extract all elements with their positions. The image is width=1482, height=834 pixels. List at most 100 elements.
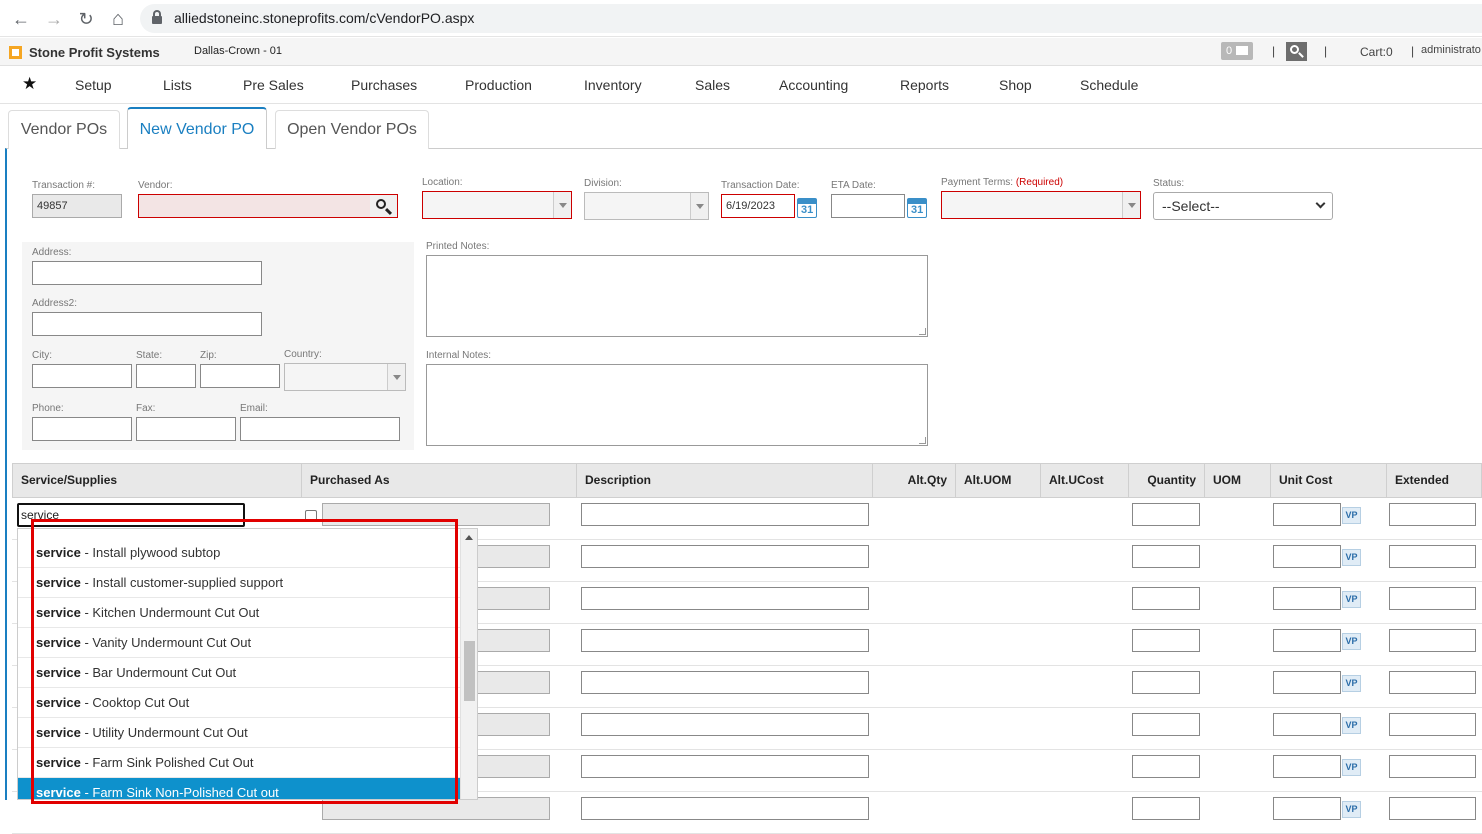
address2-field[interactable] xyxy=(32,312,262,336)
menu-production[interactable]: Production xyxy=(465,77,532,93)
col-alt-uom[interactable]: Alt.UOM xyxy=(956,464,1041,497)
location-name[interactable]: Dallas-Crown - 01 xyxy=(194,45,282,57)
internal-notes-textarea[interactable] xyxy=(426,364,928,446)
cart-link[interactable]: Cart:0 xyxy=(1360,45,1393,59)
menu-pre-sales[interactable]: Pre Sales xyxy=(243,77,304,93)
description-field[interactable] xyxy=(581,671,869,694)
vendor-price-button[interactable]: VP xyxy=(1342,801,1361,818)
quantity-field[interactable] xyxy=(1132,503,1200,526)
vendor-price-button[interactable]: VP xyxy=(1342,549,1361,566)
col-quantity[interactable]: Quantity xyxy=(1129,464,1205,497)
extended-field[interactable] xyxy=(1389,503,1476,526)
address-field[interactable] xyxy=(32,261,262,285)
scroll-thumb[interactable] xyxy=(464,641,475,701)
unit-cost-field[interactable] xyxy=(1273,629,1341,652)
vendor-price-button[interactable]: VP xyxy=(1342,591,1361,608)
back-icon[interactable]: ← xyxy=(10,8,32,30)
tab-new-vendor-po[interactable]: New Vendor PO xyxy=(127,107,267,149)
tab-open-vendor-pos[interactable]: Open Vendor POs xyxy=(275,110,429,149)
unit-cost-field[interactable] xyxy=(1273,797,1341,820)
extended-field[interactable] xyxy=(1389,545,1476,568)
col-description[interactable]: Description xyxy=(577,464,873,497)
quantity-field[interactable] xyxy=(1132,629,1200,652)
menu-schedule[interactable]: Schedule xyxy=(1080,77,1138,93)
vendor-price-button[interactable]: VP xyxy=(1342,675,1361,692)
payment-terms-dropdown[interactable] xyxy=(941,191,1141,219)
extended-field[interactable] xyxy=(1389,713,1476,736)
menu-sales[interactable]: Sales xyxy=(695,77,730,93)
menu-accounting[interactable]: Accounting xyxy=(779,77,848,93)
autocomplete-item[interactable]: service - Farm Sink Non-Polished Cut out xyxy=(18,778,462,799)
transaction-date-field[interactable]: 6/19/2023 xyxy=(721,194,795,218)
menu-setup[interactable]: Setup xyxy=(75,77,112,93)
extended-field[interactable] xyxy=(1389,755,1476,778)
autocomplete-item[interactable]: service - Utility Undermount Cut Out xyxy=(18,718,462,748)
dropdown-scrollbar[interactable] xyxy=(460,529,477,799)
reload-icon[interactable]: ↻ xyxy=(75,8,97,30)
vendor-price-button[interactable]: VP xyxy=(1342,717,1361,734)
description-field[interactable] xyxy=(581,587,869,610)
autocomplete-item[interactable]: service - Bar Undermount Cut Out xyxy=(18,658,462,688)
purchased-as-field[interactable] xyxy=(322,503,550,526)
autocomplete-item[interactable]: service - Kitchen Undermount Cut Out xyxy=(18,598,462,628)
autocomplete-item[interactable]: service - Install plywood subtop xyxy=(18,538,462,568)
zip-field[interactable] xyxy=(200,364,280,388)
calendar-icon[interactable]: 31 xyxy=(907,198,927,218)
col-unit-cost[interactable]: Unit Cost xyxy=(1271,464,1387,497)
search-icon[interactable] xyxy=(1286,42,1307,61)
col-alt-qty[interactable]: Alt.Qty xyxy=(873,464,956,497)
col-alt-ucost[interactable]: Alt.UCost xyxy=(1041,464,1129,497)
resize-grip-icon[interactable] xyxy=(919,328,926,335)
messages-badge[interactable]: 0 xyxy=(1221,42,1253,60)
city-field[interactable] xyxy=(32,364,132,388)
vendor-price-button[interactable]: VP xyxy=(1342,507,1361,524)
unit-cost-field[interactable] xyxy=(1273,755,1341,778)
quantity-field[interactable] xyxy=(1132,797,1200,820)
description-field[interactable] xyxy=(581,713,869,736)
autocomplete-item[interactable]: service - Install customer-supplied supp… xyxy=(18,568,462,598)
quantity-field[interactable] xyxy=(1132,713,1200,736)
col-extended[interactable]: Extended xyxy=(1387,464,1482,497)
vendor-lookup-button[interactable] xyxy=(370,194,398,218)
purchased-as-field[interactable] xyxy=(322,797,550,820)
unit-cost-field[interactable] xyxy=(1273,713,1341,736)
description-field[interactable] xyxy=(581,755,869,778)
eta-date-field[interactable] xyxy=(831,194,905,218)
unit-cost-field[interactable] xyxy=(1273,671,1341,694)
autocomplete-item[interactable]: service - Vanity Undermount Cut Out xyxy=(18,628,462,658)
resize-grip-icon[interactable] xyxy=(919,437,926,444)
home-icon[interactable]: ⌂ xyxy=(107,8,129,30)
description-field[interactable] xyxy=(581,503,869,526)
vendor-field[interactable] xyxy=(138,194,371,218)
quantity-field[interactable] xyxy=(1132,545,1200,568)
autocomplete-item[interactable]: service - Cooktop Cut Out xyxy=(18,688,462,718)
purchased-as-checkbox[interactable] xyxy=(305,510,317,522)
col-uom[interactable]: UOM xyxy=(1205,464,1271,497)
favorites-star-icon[interactable]: ★ xyxy=(22,74,37,94)
phone-field[interactable] xyxy=(32,417,132,441)
col-service-supplies[interactable]: Service/Supplies xyxy=(13,464,302,497)
division-dropdown[interactable] xyxy=(584,192,709,220)
unit-cost-field[interactable] xyxy=(1273,503,1341,526)
col-purchased-as[interactable]: Purchased As xyxy=(302,464,577,497)
description-field[interactable] xyxy=(581,797,869,820)
menu-lists[interactable]: Lists xyxy=(163,77,192,93)
description-field[interactable] xyxy=(581,545,869,568)
calendar-icon[interactable]: 31 xyxy=(797,198,817,218)
quantity-field[interactable] xyxy=(1132,671,1200,694)
status-select[interactable]: --Select-- xyxy=(1153,192,1333,220)
extended-field[interactable] xyxy=(1389,587,1476,610)
description-field[interactable] xyxy=(581,629,869,652)
url-text[interactable]: alliedstoneinc.stoneprofits.com/cVendorP… xyxy=(174,10,474,26)
menu-purchases[interactable]: Purchases xyxy=(351,77,417,93)
vendor-price-button[interactable]: VP xyxy=(1342,633,1361,650)
brand-name[interactable]: Stone Profit Systems xyxy=(29,45,160,60)
extended-field[interactable] xyxy=(1389,797,1476,820)
state-field[interactable] xyxy=(136,364,196,388)
service-search-input[interactable]: service xyxy=(17,503,245,527)
tab-vendor-pos[interactable]: Vendor POs xyxy=(8,110,120,149)
menu-inventory[interactable]: Inventory xyxy=(584,77,642,93)
quantity-field[interactable] xyxy=(1132,587,1200,610)
country-dropdown[interactable] xyxy=(284,363,406,391)
printed-notes-textarea[interactable] xyxy=(426,255,928,337)
